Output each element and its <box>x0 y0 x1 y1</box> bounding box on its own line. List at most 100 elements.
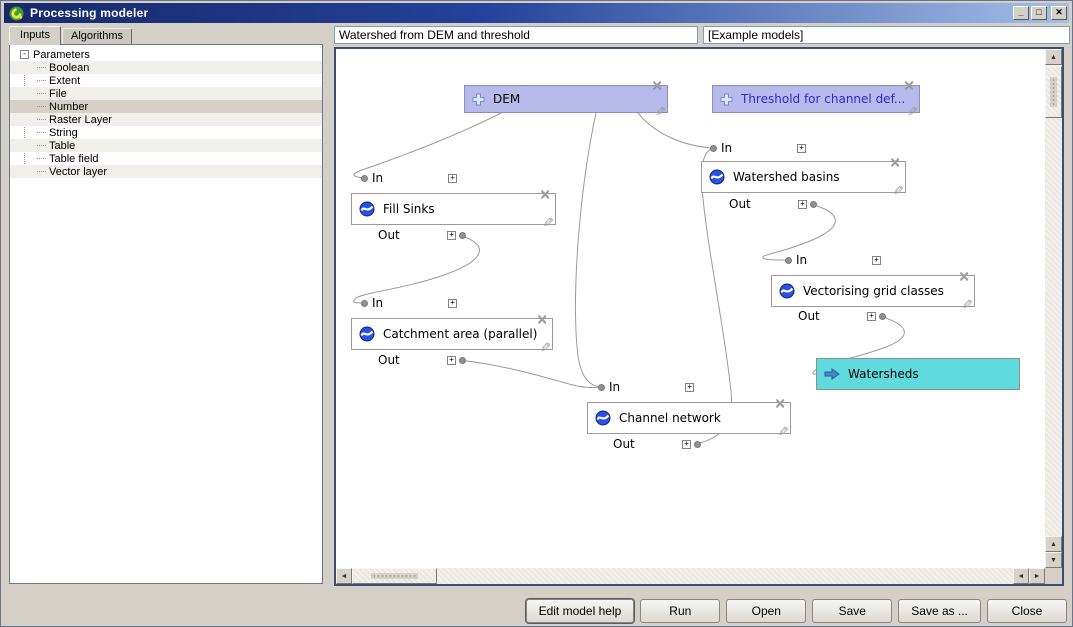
port-watershed-basins-out: Out + <box>729 197 817 211</box>
expand-icon[interactable]: + <box>448 299 457 308</box>
connector-dot <box>361 300 368 307</box>
canvas-horizontal-scrollbar[interactable]: ◄ ◄ ► <box>336 568 1045 584</box>
run-button[interactable]: Run <box>640 599 720 623</box>
tree-item-number[interactable]: Number <box>10 100 322 113</box>
delete-node-icon[interactable]: ✕ <box>536 313 548 327</box>
save-as-button[interactable]: Save as ... <box>898 599 981 623</box>
tree-item-table[interactable]: Table <box>10 139 322 152</box>
expand-icon[interactable]: + <box>447 356 456 365</box>
edit-node-icon[interactable]: ✎ <box>893 185 904 198</box>
algorithm-node-fill-sinks[interactable]: Fill Sinks ✕ ✎ <box>351 193 556 225</box>
add-input-icon <box>472 93 485 106</box>
delete-node-icon[interactable]: ✕ <box>539 188 551 202</box>
scroll-left-icon[interactable]: ◄ <box>1013 568 1029 584</box>
connector-dot <box>598 384 605 391</box>
port-catchment-out: Out + <box>378 353 466 367</box>
port-channel-network-in: In + <box>598 380 694 394</box>
edit-node-icon[interactable]: ✎ <box>962 299 973 312</box>
tree-item-vector-layer[interactable]: Vector layer <box>10 165 322 178</box>
expand-icon[interactable]: + <box>448 174 457 183</box>
output-arrow-icon <box>824 368 840 380</box>
edit-node-icon[interactable]: ✎ <box>778 426 789 439</box>
save-button[interactable]: Save <box>812 599 892 623</box>
algorithm-node-watershed-basins[interactable]: Watershed basins ✕ ✎ <box>701 161 906 193</box>
tree-stub <box>37 132 46 133</box>
connector-dot <box>710 145 717 152</box>
port-vectorising-out: Out + <box>798 309 886 323</box>
edit-model-help-button[interactable]: Edit model help <box>526 599 635 623</box>
title-bar: Processing modeler _ □ ✕ <box>4 3 1069 23</box>
maximize-button[interactable]: □ <box>1031 6 1047 20</box>
expand-icon[interactable]: + <box>872 256 881 265</box>
port-fill-sinks-out: Out + <box>378 228 466 242</box>
open-button[interactable]: Open <box>726 599 806 623</box>
scroll-right-icon[interactable]: ► <box>1029 568 1045 584</box>
tab-algorithms[interactable]: Algorithms <box>62 28 132 44</box>
connection-watershedbasins-vectorising <box>763 204 836 260</box>
tree-stub <box>37 106 46 107</box>
tree-item-file[interactable]: File <box>10 87 322 100</box>
inputs-tree-panel: - Parameters Boolean Extent File Number … <box>9 44 323 584</box>
node-label: Channel network <box>619 411 721 425</box>
algorithm-node-channel-network[interactable]: Channel network ✕ ✎ <box>587 402 791 434</box>
algorithm-node-vectorising-grid-classes[interactable]: Vectorising grid classes ✕ ✎ <box>771 275 975 307</box>
tree-stub <box>37 80 46 81</box>
model-draw-area: DEM ✕ ✎ Threshold for channel def... ✕ ✎… <box>336 49 1045 568</box>
scroll-up-icon[interactable]: ▲ <box>1045 536 1062 552</box>
edit-node-icon[interactable]: ✎ <box>540 342 551 355</box>
footer-button-bar: Edit model help Run Open Save Save as ..… <box>526 599 1067 623</box>
qgis-logo-icon <box>9 6 24 21</box>
horizontal-scroll-thumb[interactable] <box>352 568 437 584</box>
tree-stub <box>37 171 46 172</box>
delete-node-icon[interactable]: ✕ <box>958 270 970 284</box>
edit-node-icon[interactable]: ✎ <box>655 106 666 119</box>
canvas-vertical-scrollbar[interactable]: ▲ ▲ ▼ <box>1045 49 1062 568</box>
scroll-down-icon[interactable]: ▼ <box>1045 552 1062 568</box>
edit-node-icon[interactable]: ✎ <box>907 106 918 119</box>
model-group-input[interactable] <box>703 26 1070 44</box>
expand-icon[interactable]: + <box>682 440 691 449</box>
tree-item-boolean[interactable]: Boolean <box>10 61 322 74</box>
delete-node-icon[interactable]: ✕ <box>651 79 663 93</box>
close-window-button[interactable]: ✕ <box>1051 6 1067 20</box>
tree-stub <box>37 119 46 120</box>
delete-node-icon[interactable]: ✕ <box>889 156 901 170</box>
saga-algorithm-icon <box>709 169 725 185</box>
output-node-watersheds[interactable]: Watersheds <box>816 358 1020 390</box>
input-node-dem[interactable]: DEM ✕ ✎ <box>464 85 668 113</box>
algorithm-node-catchment-area[interactable]: Catchment area (parallel) ✕ ✎ <box>351 318 553 350</box>
connector-dot <box>879 313 886 320</box>
tree-item-parameters[interactable]: - Parameters <box>10 48 322 61</box>
tab-inputs[interactable]: Inputs <box>9 26 61 45</box>
tree-item-table-field[interactable]: Table field <box>10 152 322 165</box>
close-button[interactable]: Close <box>987 599 1067 623</box>
input-node-threshold[interactable]: Threshold for channel def... ✕ ✎ <box>712 85 920 113</box>
add-input-icon <box>720 93 733 106</box>
expand-icon[interactable]: + <box>867 312 876 321</box>
expand-icon[interactable]: + <box>685 383 694 392</box>
tree-item-string[interactable]: String <box>10 126 322 139</box>
tree-stub <box>37 93 46 94</box>
vertical-scroll-thumb[interactable] <box>1045 66 1062 118</box>
connection-dem-channelnetwork <box>576 113 601 387</box>
port-channel-network-out: Out + <box>613 437 701 451</box>
delete-node-icon[interactable]: ✕ <box>903 79 915 93</box>
model-name-input[interactable] <box>334 26 698 44</box>
expand-icon[interactable]: + <box>447 231 456 240</box>
edit-node-icon[interactable]: ✎ <box>543 217 554 230</box>
tree-stub <box>37 145 46 146</box>
saga-algorithm-icon <box>595 410 611 426</box>
collapse-icon[interactable]: - <box>20 50 29 59</box>
minimize-button[interactable]: _ <box>1013 6 1029 20</box>
port-fill-sinks-in: In + <box>361 171 457 185</box>
scroll-left-icon[interactable]: ◄ <box>336 568 352 584</box>
tree-item-raster-layer[interactable]: Raster Layer <box>10 113 322 126</box>
expand-icon[interactable]: + <box>797 144 806 153</box>
expand-icon[interactable]: + <box>798 200 807 209</box>
connector-dot <box>459 232 466 239</box>
delete-node-icon[interactable]: ✕ <box>774 397 786 411</box>
node-label: Watersheds <box>848 367 919 381</box>
port-vectorising-in: In + <box>785 253 881 267</box>
tree-item-extent[interactable]: Extent <box>10 74 322 87</box>
scroll-up-icon[interactable]: ▲ <box>1045 49 1062 65</box>
